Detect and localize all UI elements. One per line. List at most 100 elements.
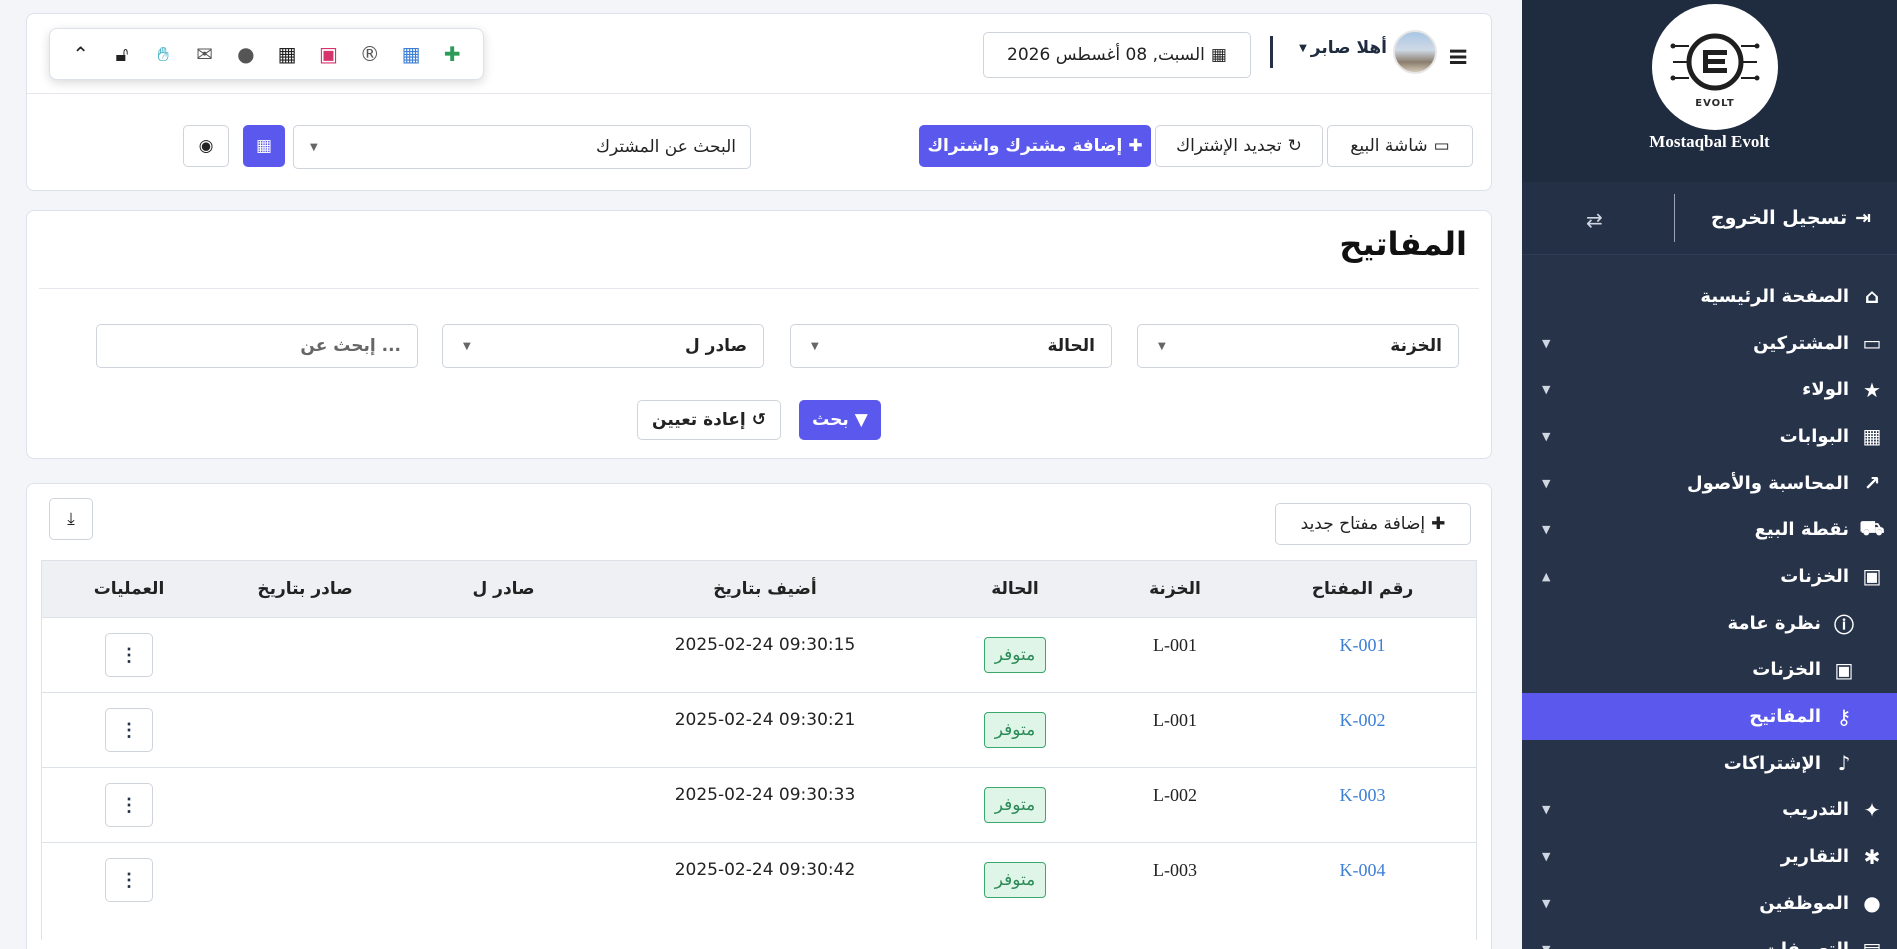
more-actions-button[interactable]: ⋮ — [105, 633, 153, 677]
button-label: إضافة مفتاح جديد — [1300, 514, 1426, 534]
greeting: أهلا صابر — [1310, 38, 1387, 58]
date-display[interactable]: السبت, 08 أغسطس 2026 ▦ — [983, 32, 1251, 78]
search-input[interactable]: إبحث عن ... — [96, 324, 418, 368]
sidebar-item-pos[interactable]: ▼ نقطة البيع ⛟ — [1522, 506, 1897, 553]
comment-icon[interactable]: ● — [232, 42, 260, 66]
camera-button[interactable]: ◉ — [183, 125, 229, 167]
column-header[interactable]: العمليات — [54, 579, 204, 599]
status-cell: متوفر — [929, 637, 1101, 673]
status-badge: متوفر — [983, 787, 1047, 823]
plus-icon: ✚ — [1431, 514, 1446, 534]
plus-icon: ✚ — [1128, 136, 1143, 156]
qr-scan-button[interactable]: ▦ — [243, 125, 285, 167]
key-number-link[interactable]: K-003 — [1249, 785, 1476, 806]
hand-icon[interactable]: ✋︎ — [149, 42, 177, 66]
sidebar-item-label: نقطة البيع — [1754, 519, 1849, 541]
key-number-link[interactable]: K-004 — [1249, 860, 1476, 881]
button-label: تجديد الإشتراك — [1176, 136, 1282, 156]
subscriber-search-select[interactable]: ▼ البحث عن المشترك — [293, 125, 751, 169]
reset-button[interactable]: إعادة تعيين ↺ — [637, 400, 781, 440]
bell-icon: ♪ — [1837, 751, 1851, 776]
undo-icon: ↺ — [751, 410, 766, 430]
divider — [39, 288, 1479, 289]
caret-down-icon: ▼ — [1542, 850, 1551, 864]
sale-screen-button[interactable]: شاشة البيع ▭ — [1327, 125, 1473, 167]
caret-down-icon: ▼ — [463, 340, 471, 352]
add-key-button[interactable]: إضافة مفتاح جديد ✚ — [1275, 503, 1471, 545]
column-header[interactable]: رقم المفتاح — [1249, 579, 1476, 599]
qrcode-icon[interactable]: ▦ — [273, 42, 301, 66]
download-icon: ⤓ — [67, 509, 75, 529]
sidebar-item-home[interactable]: الصفحة الرئيسية ⌂ — [1522, 273, 1897, 320]
divider — [27, 93, 1491, 94]
user-menu[interactable]: ▼ أهلا صابر — [1299, 38, 1387, 58]
sidebar-item-subscriptions[interactable]: الإشتراكات ♪ — [1522, 740, 1897, 787]
search-button[interactable]: بحث ▼ — [799, 400, 881, 440]
safe-select[interactable]: ▼ الخزنة — [1137, 324, 1459, 368]
export-button[interactable]: ⤓ — [49, 498, 93, 540]
chevron-up-icon[interactable]: ⌃ — [67, 42, 95, 66]
sidebar-item-overview[interactable]: نظرة عامة ⓘ — [1522, 600, 1897, 647]
table-row: K-003 L-002 متوفر 2025-02-24 09:30:33 ⋮ — [42, 767, 1476, 842]
renew-subscription-button[interactable]: تجديد الإشتراك ↻ — [1155, 125, 1323, 167]
sidebar-item-employees[interactable]: ▼ الموظفين ● — [1522, 880, 1897, 927]
avatar[interactable] — [1393, 30, 1437, 74]
hamburger-icon[interactable]: ≡ — [1447, 42, 1469, 72]
caret-down-icon: ▼ — [1542, 803, 1551, 817]
caret-down-icon: ▼ — [1542, 896, 1551, 910]
sidebar-item-accounting[interactable]: ▼ المحاسبة والأصول ↗ — [1522, 460, 1897, 507]
status-badge: متوفر — [983, 862, 1047, 898]
actions-cell: ⋮ — [54, 708, 204, 752]
more-actions-button[interactable]: ⋮ — [105, 708, 153, 752]
home-icon: ⌂ — [1864, 284, 1880, 309]
sidebar-item-safes[interactable]: ▲ الخزنات ▣ — [1522, 553, 1897, 600]
key-number-link[interactable]: K-002 — [1249, 710, 1476, 731]
language-icon[interactable]: ⇄ — [1586, 208, 1603, 232]
status-select[interactable]: ▼ الحالة — [790, 324, 1112, 368]
sidebar-item-definitions[interactable]: ▼ التعريفات ▤ — [1522, 927, 1897, 949]
sidebar-item-training[interactable]: ▼ التدريب ✦ — [1522, 787, 1897, 834]
column-header[interactable]: الخزنة — [1101, 579, 1249, 599]
add-subscriber-button[interactable]: إضافة مشترك واشتراك ✚ — [919, 125, 1151, 167]
added-date-cell: 2025-02-24 09:30:21 — [674, 710, 856, 730]
status-badge: متوفر — [983, 712, 1047, 748]
sidebar-item-keys[interactable]: المفاتيح ⚷ — [1522, 693, 1897, 740]
caret-down-icon: ▼ — [310, 141, 318, 153]
logout-button[interactable]: تسجيل الخروج ⇥ — [1711, 207, 1871, 229]
issued-to-select[interactable]: ▼ صادر ل — [442, 324, 764, 368]
column-header[interactable]: الحالة — [929, 579, 1101, 599]
added-date-cell: 2025-02-24 09:30:33 — [674, 785, 856, 805]
brand-logo[interactable]: EVOLT — [1652, 4, 1778, 130]
sidebar-item-gates[interactable]: ▼ البوابات ▦ — [1522, 413, 1897, 460]
column-header[interactable]: صادر بتاريخ — [204, 579, 406, 599]
user-icon: ● — [1863, 891, 1881, 916]
qrcode-icon: ▦ — [255, 136, 273, 156]
user-plus-icon[interactable]: ✚ — [438, 42, 466, 66]
filters-card: المفاتيح ▼ الخزنة ▼ الحالة ▼ صادر ل إبحث… — [26, 210, 1492, 459]
more-actions-button[interactable]: ⋮ — [105, 783, 153, 827]
more-actions-button[interactable]: ⋮ — [105, 858, 153, 902]
caret-down-icon: ▼ — [1542, 523, 1551, 537]
building-icon: ▦ — [1862, 424, 1882, 449]
money-icon[interactable]: ▣ — [314, 42, 342, 66]
envelope-icon[interactable]: ✉ — [191, 42, 219, 66]
sidebar-item-safes-list[interactable]: الخزنات ▣ — [1522, 647, 1897, 694]
column-header[interactable]: أضيف بتاريخ — [601, 579, 929, 599]
caret-up-icon: ▲ — [1542, 569, 1551, 583]
calendar-icon: ▦ — [1210, 45, 1227, 65]
calendar-icon[interactable]: ▦ — [397, 42, 425, 66]
sidebar-item-reports[interactable]: ▼ التقارير ✱ — [1522, 833, 1897, 880]
registered-icon[interactable]: ® — [356, 42, 384, 66]
sidebar-item-subscribers[interactable]: ▼ المشتركين ▭ — [1522, 320, 1897, 367]
key-number-link[interactable]: K-001 — [1249, 635, 1476, 656]
button-label: إضافة مشترك واشتراك — [927, 136, 1123, 156]
search-placeholder: إبحث عن ... — [300, 336, 401, 356]
column-header[interactable]: صادر ل — [406, 579, 601, 599]
unlock-icon[interactable]: 🔓︎ — [108, 42, 136, 66]
table-icon: ▤ — [1859, 938, 1885, 949]
table-row: K-004 L-003 متوفر 2025-02-24 09:30:42 ⋮ — [42, 842, 1476, 917]
button-label: إعادة تعيين — [652, 410, 746, 430]
table-row: K-002 L-001 متوفر 2025-02-24 09:30:21 ⋮ — [42, 692, 1476, 767]
divider — [1674, 194, 1675, 242]
sidebar-item-loyalty[interactable]: ▼ الولاء ★ — [1522, 366, 1897, 413]
